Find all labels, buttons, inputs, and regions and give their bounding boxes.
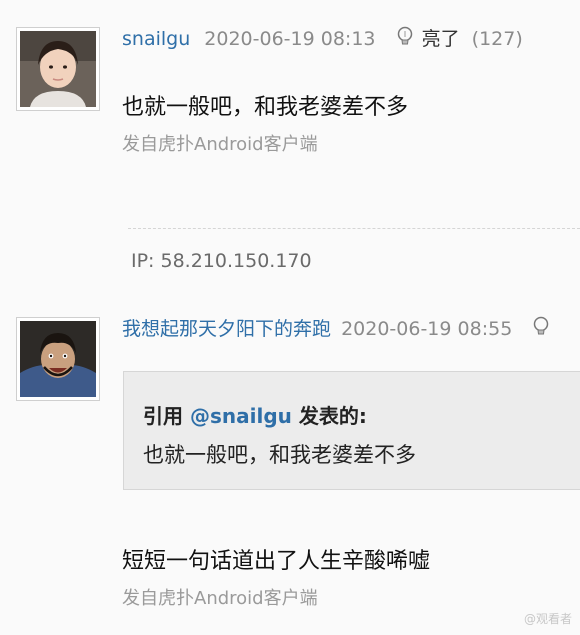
quote-header: 引用 @snailgu 发表的: — [143, 400, 367, 429]
avatar-image — [20, 31, 96, 107]
avatar-user-2[interactable] — [16, 317, 100, 401]
light-count: (127) — [471, 28, 523, 50]
quote-block: 引用 @snailgu 发表的: 也就一般吧，和我老婆差不多 — [123, 371, 580, 490]
username-link[interactable]: snailgu — [122, 28, 190, 50]
post-time: 2020-06-19 08:13 — [204, 28, 376, 50]
post-source: 发自虎扑Android客户端 — [122, 134, 318, 155]
quote-suffix: 发表的: — [291, 404, 367, 428]
quote-prefix: 引用 — [143, 404, 190, 428]
post-source: 发自虎扑Android客户端 — [122, 588, 318, 609]
ip-address: IP: 58.210.150.170 — [131, 250, 312, 272]
post-time: 2020-06-19 08:55 — [341, 318, 513, 340]
lightbulb-icon[interactable] — [532, 316, 550, 343]
post-divider — [128, 228, 580, 229]
post-meta: snailgu 2020-06-19 08:13 亮了 (127) — [122, 24, 523, 53]
avatar-image — [20, 321, 96, 397]
watermark: @观看者 — [523, 612, 572, 626]
quote-text: 也就一般吧，和我老婆差不多 — [143, 443, 416, 467]
post-meta: 我想起那天夕阳下的奔跑 2020-06-19 08:55 — [122, 314, 550, 343]
light-label[interactable]: 亮了 — [422, 28, 460, 50]
post-content: 也就一般吧，和我老婆差不多 — [122, 95, 409, 120]
post-content: 短短一句话道出了人生辛酸唏嘘 — [122, 549, 431, 574]
username-link[interactable]: 我想起那天夕阳下的奔跑 — [122, 318, 331, 340]
avatar-user-1[interactable] — [16, 27, 100, 111]
quote-username-link[interactable]: @snailgu — [190, 404, 292, 428]
lightbulb-icon[interactable] — [396, 26, 414, 53]
